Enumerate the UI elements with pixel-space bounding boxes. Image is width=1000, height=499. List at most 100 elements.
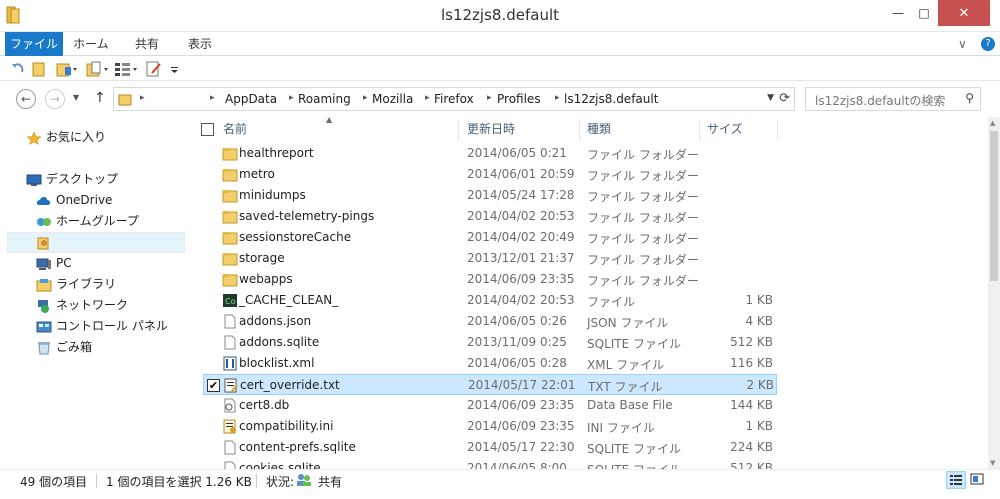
- file-type: ファイル フォルダー: [587, 253, 699, 267]
- search-icon[interactable]: ⚲: [965, 91, 974, 105]
- nav-item-homegroup[interactable]: ホームグループ: [36, 211, 139, 231]
- history-dropdown-icon[interactable]: ▼: [73, 93, 79, 102]
- breadcrumb-separator-icon[interactable]: ▸: [140, 93, 145, 103]
- column-divider[interactable]: [458, 120, 459, 140]
- breadcrumb-separator-icon[interactable]: ▸: [487, 93, 492, 103]
- file-row[interactable]: minidumps 2014/05/24 17:28 ファイル フォルダー: [203, 185, 777, 206]
- forward-button[interactable]: →: [45, 89, 65, 109]
- status-bar: 49 個の項目 1 個の項目を選択 1.26 KB 状況: 共有: [0, 469, 1000, 499]
- nav-item-recycle-bin[interactable]: ごみ箱: [36, 337, 92, 357]
- file-row[interactable]: ✔ cert_override.txt 2014/05/17 22:01 TXT ファ…: [203, 374, 777, 395]
- breadcrumb-separator-icon[interactable]: ▸: [363, 93, 368, 103]
- column-header-type[interactable]: 種類: [587, 117, 611, 141]
- address-bar[interactable]: ▸ ▸ AppData ▸ Roaming ▸ Mozilla ▸ Firefo…: [113, 87, 795, 111]
- large-icons-view-button[interactable]: [968, 471, 988, 489]
- breadcrumb-separator-icon[interactable]: ▸: [289, 93, 294, 103]
- file-date: 2014/05/17 22:01: [468, 378, 576, 392]
- copy-icon[interactable]: [86, 61, 110, 77]
- column-divider[interactable]: [777, 120, 778, 140]
- row-checkbox[interactable]: ✔: [207, 379, 220, 392]
- nav-item-libraries[interactable]: ライブラリ: [36, 274, 116, 294]
- scrollbar-thumb[interactable]: [990, 131, 998, 281]
- status-divider: [96, 474, 97, 488]
- up-button[interactable]: ↑: [94, 90, 106, 106]
- new-folder-icon[interactable]: [56, 61, 78, 77]
- maximize-button[interactable]: □: [910, 0, 938, 26]
- file-row[interactable]: storage 2013/12/01 21:37 ファイル フォルダー: [203, 248, 777, 269]
- nav-item-onedrive[interactable]: OneDrive: [36, 190, 112, 210]
- nav-item-pc[interactable]: PC: [36, 253, 72, 273]
- tab-share[interactable]: 共有: [126, 32, 168, 56]
- file-size: 224 KB: [730, 440, 773, 454]
- text-file-icon: [224, 378, 238, 393]
- select-all-checkbox[interactable]: [201, 123, 214, 136]
- file-row[interactable]: healthreport 2014/06/05 0:21 ファイル フォルダー: [203, 143, 777, 164]
- rename-icon[interactable]: [146, 61, 162, 77]
- file-name: cert8.db: [239, 398, 290, 412]
- file-date: 2014/06/09 23:35: [467, 419, 575, 433]
- file-row[interactable]: saved-telemetry-pings 2014/04/02 20:53 ファイ…: [203, 206, 777, 227]
- file-row[interactable]: webapps 2014/06/09 23:35 ファイル フォルダー: [203, 269, 777, 290]
- computer-icon: [36, 258, 51, 270]
- breadcrumb-profiles[interactable]: Profiles: [497, 92, 541, 106]
- column-header-name[interactable]: 名前: [223, 117, 247, 141]
- nav-item-desktop[interactable]: デスクトップ: [26, 169, 118, 189]
- file-row[interactable]: addons.json 2014/06/05 0:26 JSON ファイル 4 KB: [203, 311, 777, 332]
- file-date: 2014/05/17 22:30: [467, 440, 575, 454]
- view-options-icon[interactable]: [114, 61, 140, 77]
- scroll-down-icon[interactable]: ▼: [990, 459, 995, 467]
- breadcrumb-appdata[interactable]: AppData: [225, 92, 277, 106]
- breadcrumb-separator-icon[interactable]: ▸: [425, 93, 430, 103]
- scroll-up-icon[interactable]: ▲: [990, 119, 995, 127]
- breadcrumb-current[interactable]: ls12zjs8.default: [564, 92, 658, 106]
- breadcrumb-firefox[interactable]: Firefox: [434, 92, 474, 106]
- properties-icon[interactable]: [32, 61, 46, 77]
- back-button[interactable]: ←: [16, 89, 36, 109]
- file-row[interactable]: metro 2014/06/01 20:59 ファイル フォルダー: [203, 164, 777, 185]
- file-date: 2013/12/01 21:37: [467, 251, 575, 265]
- nav-item-network[interactable]: ネットワーク: [36, 295, 128, 315]
- codium-file-icon: Co: [223, 294, 237, 307]
- column-divider[interactable]: [699, 120, 700, 140]
- refresh-icon[interactable]: ⟳: [779, 91, 790, 106]
- file-name: metro: [239, 167, 275, 181]
- tab-view[interactable]: 表示: [178, 32, 222, 56]
- vertical-scrollbar[interactable]: ▲ ▼: [988, 117, 1000, 469]
- file-row[interactable]: cert8.db 2014/06/09 23:35 Data Base File 14…: [203, 395, 777, 416]
- ribbon-expand-icon[interactable]: ∨: [958, 37, 967, 51]
- file-row[interactable]: Co _CACHE_CLEAN_ 2014/04/02 20:53 ファイル 1 KB: [203, 290, 777, 311]
- breadcrumb-separator-icon[interactable]: ▸: [555, 93, 560, 103]
- close-button[interactable]: ✕: [938, 0, 990, 26]
- undo-icon[interactable]: [10, 61, 26, 77]
- breadcrumb-roaming[interactable]: Roaming: [298, 92, 351, 106]
- help-icon[interactable]: ?: [981, 37, 995, 51]
- breadcrumb-mozilla[interactable]: Mozilla: [372, 92, 413, 106]
- breadcrumb-separator-icon[interactable]: ▸: [210, 93, 215, 103]
- search-box[interactable]: ls12zjs8.defaultの検索 ⚲: [805, 87, 981, 111]
- file-size: 1 KB: [745, 293, 773, 307]
- tab-file[interactable]: ファイル: [5, 32, 63, 56]
- customize-toolbar-icon[interactable]: [170, 61, 180, 77]
- address-dropdown-icon[interactable]: ▼: [767, 93, 774, 103]
- file-row[interactable]: addons.sqlite 2013/11/09 0:25 SQLITE ファイル 5…: [203, 332, 777, 353]
- file-row[interactable]: sessionstoreCache 2014/04/02 20:49 ファイル フォ…: [203, 227, 777, 248]
- tab-home[interactable]: ホーム: [68, 32, 114, 56]
- generic-file-icon: [224, 440, 236, 455]
- minimize-button[interactable]: —: [884, 0, 912, 26]
- file-name: webapps: [239, 272, 293, 286]
- nav-item-user[interactable]: [36, 232, 56, 252]
- file-row[interactable]: content-prefs.sqlite 2014/05/17 22:30 SQLI…: [203, 437, 777, 458]
- file-name: _CACHE_CLEAN_: [239, 293, 339, 307]
- details-view-button[interactable]: [946, 471, 966, 489]
- file-row[interactable]: blocklist.xml 2014/06/05 0:28 XML ファイル 116 …: [203, 353, 777, 374]
- file-type: TXT ファイル: [588, 380, 663, 394]
- file-type: ファイル フォルダー: [587, 274, 699, 288]
- folder-icon: [118, 94, 132, 106]
- column-header-date[interactable]: 更新日時: [467, 117, 515, 141]
- column-divider[interactable]: [579, 120, 580, 140]
- file-row[interactable]: compatibility.ini 2014/06/09 23:35 INI ファイ…: [203, 416, 777, 437]
- column-header-size[interactable]: サイズ: [707, 117, 743, 141]
- nav-item-favorites[interactable]: お気に入り: [26, 127, 106, 147]
- large-icons-view-icon: [970, 473, 984, 485]
- nav-item-control-panel[interactable]: コントロール パネル: [36, 316, 168, 336]
